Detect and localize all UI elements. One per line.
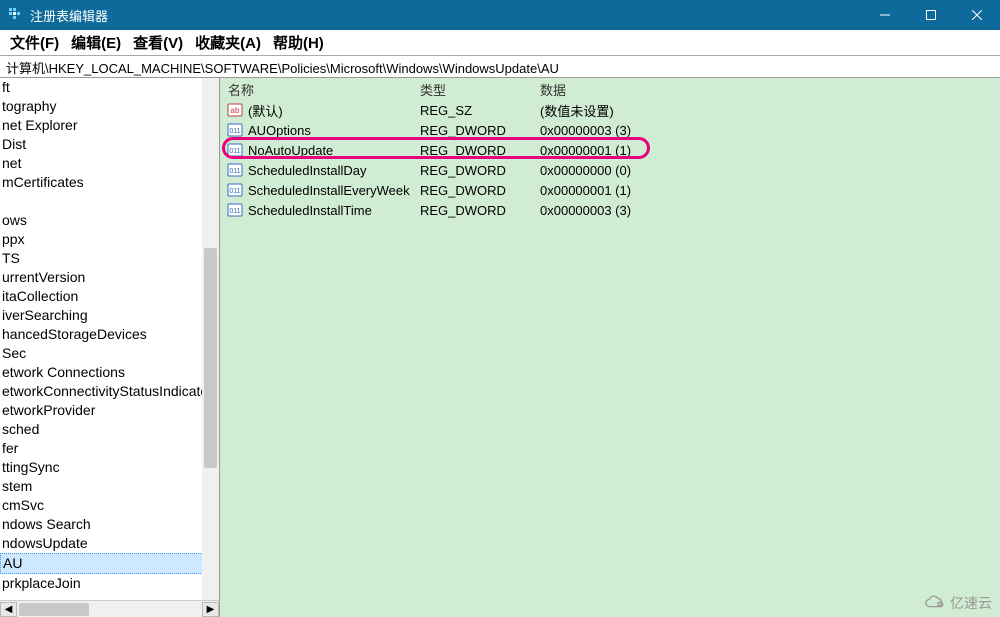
value-name: ScheduledInstallTime <box>248 203 420 218</box>
scroll-thumb[interactable] <box>19 603 89 616</box>
watermark-text: 亿速云 <box>950 593 992 613</box>
tree-item[interactable]: etworkConnectivityStatusIndicator <box>0 382 219 401</box>
tree-item[interactable]: ppx <box>0 230 219 249</box>
scroll-track[interactable] <box>17 602 202 617</box>
value-data: 0x00000001 (1) <box>540 183 1000 198</box>
value-data: 0x00000001 (1) <box>540 143 1000 158</box>
address-bar[interactable]: 计算机\HKEY_LOCAL_MACHINE\SOFTWARE\Policies… <box>0 56 1000 78</box>
svg-text:011: 011 <box>229 128 240 135</box>
dword-value-icon: 011 <box>226 122 244 138</box>
column-data-header[interactable]: 数据 <box>540 80 1000 99</box>
svg-text:ab: ab <box>231 106 240 115</box>
values-pane: 名称 类型 数据 ab (默认)REG_SZ(数值未设置) 011 AUOptions… <box>220 78 1000 617</box>
value-type: REG_DWORD <box>420 203 540 218</box>
tree-item[interactable]: itaCollection <box>0 287 219 306</box>
svg-text:011: 011 <box>229 168 240 175</box>
value-name: (默认) <box>248 101 420 120</box>
content-area: fttographynet ExplorerDistnetmCertificat… <box>0 78 1000 617</box>
menu-edit[interactable]: 编辑(E) <box>67 30 125 55</box>
tree-item[interactable]: ft <box>0 78 219 97</box>
tree-body[interactable]: fttographynet ExplorerDistnetmCertificat… <box>0 78 219 600</box>
value-type: REG_DWORD <box>420 183 540 198</box>
value-data: (数值未设置) <box>540 101 1000 120</box>
value-type: REG_DWORD <box>420 143 540 158</box>
value-name: ScheduledInstallDay <box>248 163 420 178</box>
tree-item[interactable]: sched <box>0 420 219 439</box>
tree-vertical-scrollbar[interactable] <box>202 78 219 600</box>
value-data: 0x00000000 (0) <box>540 163 1000 178</box>
tree-item[interactable]: ows <box>0 211 219 230</box>
values-body: ab(默认)REG_SZ(数值未设置)011AUOptionsREG_DWORD… <box>220 100 1000 617</box>
svg-text:011: 011 <box>229 148 240 155</box>
tree-item[interactable]: ndows Search <box>0 515 219 534</box>
tree-item[interactable]: fer <box>0 439 219 458</box>
value-type: REG_SZ <box>420 103 540 118</box>
values-header: 名称 类型 数据 <box>220 78 1000 100</box>
tree-horizontal-scrollbar[interactable]: ◀ ▶ <box>0 600 219 617</box>
value-row[interactable]: 011 ScheduledInstallDayREG_DWORD0x0000000… <box>220 160 1000 180</box>
dword-value-icon: 011 <box>226 162 244 178</box>
cloud-icon <box>924 595 946 611</box>
tree-item[interactable]: TS <box>0 249 219 268</box>
value-name: AUOptions <box>248 123 420 138</box>
app-icon <box>8 7 24 23</box>
titlebar: 注册表编辑器 <box>0 0 1000 30</box>
menu-view[interactable]: 查看(V) <box>129 30 187 55</box>
svg-text:011: 011 <box>229 188 240 195</box>
tree-item[interactable]: iverSearching <box>0 306 219 325</box>
menu-favorites[interactable]: 收藏夹(A) <box>191 30 265 55</box>
scroll-thumb[interactable] <box>204 248 217 468</box>
column-type-header[interactable]: 类型 <box>420 80 540 99</box>
dword-value-icon: 011 <box>226 142 244 158</box>
tree-item[interactable]: net <box>0 154 219 173</box>
tree-item[interactable]: Dist <box>0 135 219 154</box>
scroll-left-button[interactable]: ◀ <box>0 602 17 617</box>
window-title: 注册表编辑器 <box>30 6 108 25</box>
dword-value-icon: 011 <box>226 182 244 198</box>
string-value-icon: ab <box>226 102 244 118</box>
maximize-button[interactable] <box>908 0 954 30</box>
menubar: 文件(F) 编辑(E) 查看(V) 收藏夹(A) 帮助(H) <box>0 30 1000 56</box>
value-row[interactable]: 011 ScheduledInstallTimeREG_DWORD0x000000… <box>220 200 1000 220</box>
value-data: 0x00000003 (3) <box>540 203 1000 218</box>
value-name: ScheduledInstallEveryWeek <box>248 183 420 198</box>
column-name-header[interactable]: 名称 <box>220 80 420 99</box>
tree-item[interactable]: Sec <box>0 344 219 363</box>
svg-text:011: 011 <box>229 208 240 215</box>
tree-item[interactable]: cmSvc <box>0 496 219 515</box>
tree-pane: fttographynet ExplorerDistnetmCertificat… <box>0 78 220 617</box>
value-name: NoAutoUpdate <box>248 143 420 158</box>
tree-item[interactable]: ndowsUpdate <box>0 534 219 553</box>
tree-item[interactable]: ttingSync <box>0 458 219 477</box>
value-row[interactable]: 011 NoAutoUpdateREG_DWORD0x00000001 (1) <box>220 140 1000 160</box>
value-row[interactable]: 011 AUOptionsREG_DWORD0x00000003 (3) <box>220 120 1000 140</box>
value-row[interactable]: ab (默认)REG_SZ(数值未设置) <box>220 100 1000 120</box>
close-button[interactable] <box>954 0 1000 30</box>
tree-item[interactable]: hancedStorageDevices <box>0 325 219 344</box>
tree-item[interactable]: prkplaceJoin <box>0 574 219 593</box>
minimize-button[interactable] <box>862 0 908 30</box>
tree-item[interactable]: urrentVersion <box>0 268 219 287</box>
watermark: 亿速云 <box>924 593 992 613</box>
window-controls <box>862 0 1000 30</box>
tree-item[interactable]: etworkProvider <box>0 401 219 420</box>
value-type: REG_DWORD <box>420 163 540 178</box>
tree-item-selected[interactable]: AU <box>0 553 219 574</box>
tree-item[interactable] <box>0 192 219 211</box>
tree-item[interactable]: tography <box>0 97 219 116</box>
menu-file[interactable]: 文件(F) <box>6 30 63 55</box>
tree-item[interactable]: stem <box>0 477 219 496</box>
tree-item[interactable]: net Explorer <box>0 116 219 135</box>
dword-value-icon: 011 <box>226 202 244 218</box>
tree-item[interactable]: etwork Connections <box>0 363 219 382</box>
value-type: REG_DWORD <box>420 123 540 138</box>
value-data: 0x00000003 (3) <box>540 123 1000 138</box>
menu-help[interactable]: 帮助(H) <box>269 30 328 55</box>
value-row[interactable]: 011 ScheduledInstallEveryWeekREG_DWORD0x0… <box>220 180 1000 200</box>
scroll-right-button[interactable]: ▶ <box>202 602 219 617</box>
tree-item[interactable]: mCertificates <box>0 173 219 192</box>
